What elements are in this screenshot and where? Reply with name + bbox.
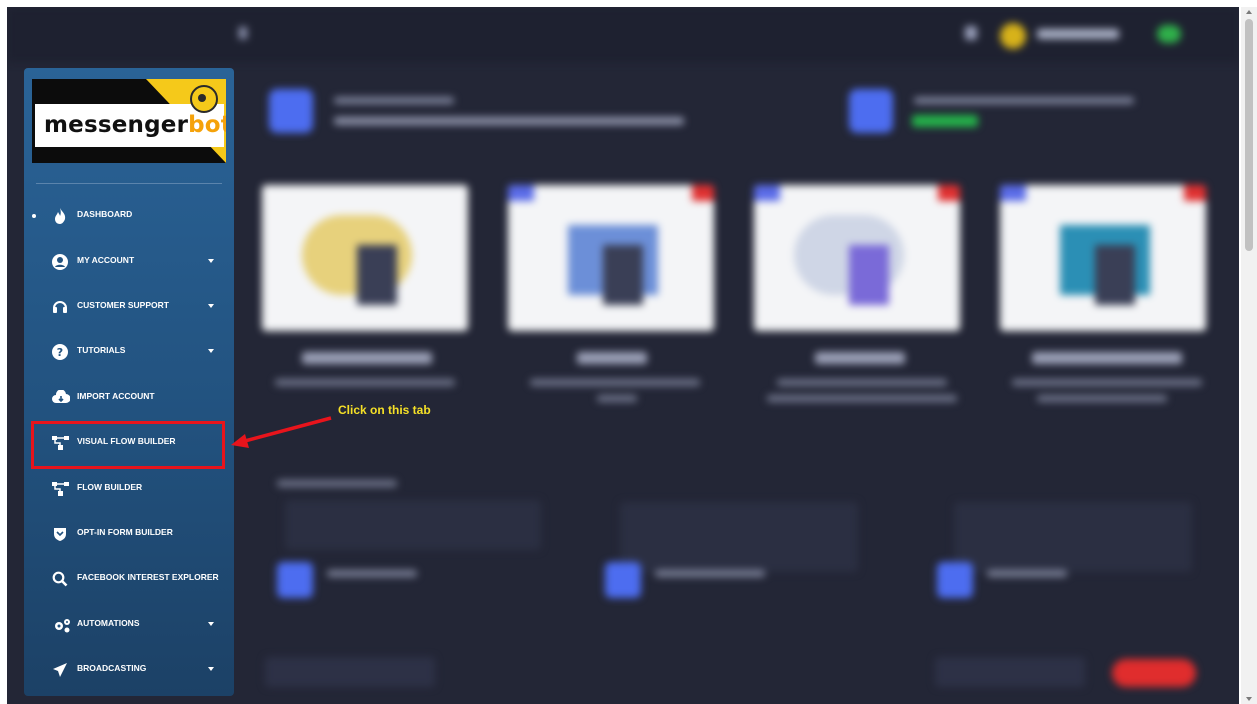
- tutorial-card[interactable]: [1000, 185, 1206, 331]
- user-name: [1037, 29, 1119, 39]
- sidebar-item-label: AUTOMATIONS: [77, 618, 140, 628]
- card-title: [302, 352, 432, 364]
- svg-text:?: ?: [57, 346, 63, 359]
- card-desc: [767, 395, 957, 402]
- sidebar-divider: [36, 183, 222, 184]
- card-desc: [275, 379, 455, 386]
- welcome-subline: [334, 117, 684, 125]
- stats-panel: [285, 500, 541, 550]
- logo: messengerbot: [32, 79, 226, 163]
- card-desc: [1037, 395, 1167, 402]
- card-title: [1032, 352, 1182, 364]
- status-toggle[interactable]: [1157, 25, 1181, 43]
- sidebar-item-label: CUSTOMER SUPPORT: [77, 300, 169, 310]
- bot-icon: [190, 85, 218, 113]
- scroll-up-icon[interactable]: [1246, 10, 1252, 14]
- fire-icon: [52, 208, 68, 224]
- card-desc: [597, 395, 637, 402]
- chevron-down-icon: [208, 349, 214, 353]
- logo-text-main: messenger: [44, 112, 189, 138]
- action-pill[interactable]: [1112, 659, 1196, 687]
- shield-icon: [52, 526, 68, 542]
- user-circle-icon: [52, 254, 68, 270]
- sidebar-item-facebook-interest-explorer[interactable]: FACEBOOK INTEREST EXPLORER: [24, 563, 234, 595]
- tutorial-card[interactable]: [262, 185, 468, 331]
- scrollbar-thumb[interactable]: [1245, 19, 1253, 251]
- chevron-down-icon: [208, 259, 214, 263]
- sidebar-item-label: IMPORT ACCOUNT: [77, 391, 155, 401]
- card-title: [815, 352, 905, 364]
- sidebar-item-tutorials[interactable]: ? TUTORIALS: [24, 336, 234, 368]
- send-icon: [269, 89, 313, 133]
- headset-icon: [52, 299, 68, 315]
- sidebar-item-label: FLOW BUILDER: [77, 482, 143, 492]
- welcome-card: [269, 89, 789, 149]
- section-heading: [277, 480, 397, 487]
- menu-toggle-icon[interactable]: [239, 27, 247, 39]
- stat-icon: [605, 562, 641, 598]
- sidebar-item-broadcasting[interactable]: BROADCASTING: [24, 654, 234, 686]
- card-desc: [530, 379, 700, 386]
- sidebar-item-import-account[interactable]: IMPORT ACCOUNT: [24, 382, 234, 414]
- search-icon: [52, 571, 68, 587]
- dollar-icon: [849, 89, 893, 133]
- annotation-label: Click on this tab: [338, 403, 431, 417]
- sidebar-item-label: DASHBOARD: [77, 209, 133, 219]
- logo-text-accent: bot: [188, 112, 226, 138]
- tutorial-card[interactable]: [508, 185, 714, 331]
- welcome-line: [334, 97, 454, 104]
- cloud-download-icon: [52, 389, 71, 406]
- footer-panel: [265, 657, 435, 687]
- balance-value: [912, 115, 978, 127]
- stat-row: [277, 562, 577, 622]
- footer-panel: [935, 657, 1085, 687]
- card-desc: [1012, 379, 1202, 386]
- stat-icon: [937, 562, 973, 598]
- sidebar-item-label: BROADCASTING: [77, 663, 147, 673]
- bell-icon[interactable]: [965, 26, 977, 40]
- gears-icon: [52, 617, 70, 633]
- balance-card: [849, 89, 1149, 149]
- balance-line: [914, 97, 1134, 104]
- sidebar-item-label: FACEBOOK INTEREST EXPLORER: [77, 572, 219, 582]
- chevron-down-icon: [208, 622, 214, 626]
- sidebar-item-label: OPT-IN FORM BUILDER: [77, 527, 173, 537]
- sidebar-item-label: TUTORIALS: [77, 345, 126, 355]
- paper-plane-icon: [52, 662, 68, 678]
- scrollbar[interactable]: [1241, 7, 1257, 704]
- stat-icon: [277, 562, 313, 598]
- scroll-down-icon[interactable]: [1246, 697, 1252, 701]
- sidebar-item-my-account[interactable]: MY ACCOUNT: [24, 246, 234, 278]
- sidebar-item-customer-support[interactable]: CUSTOMER SUPPORT: [24, 291, 234, 323]
- question-circle-icon: ?: [52, 344, 68, 360]
- stat-row: [605, 562, 905, 622]
- card-title: [577, 352, 647, 364]
- chevron-down-icon: [208, 667, 214, 671]
- sidebar-item-flow-builder[interactable]: FLOW BUILDER: [24, 473, 234, 505]
- annotation-arrow: [231, 416, 332, 448]
- chevron-down-icon: [208, 304, 214, 308]
- sidebar-item-label: MY ACCOUNT: [77, 255, 135, 265]
- sidebar-item-dashboard[interactable]: DASHBOARD: [24, 200, 234, 232]
- highlight-box: [31, 421, 225, 469]
- active-dot: [32, 214, 36, 218]
- sidebar: messengerbot DASHBOARD MY ACCOUNT CUSTOM…: [24, 68, 234, 696]
- flow-icon: [52, 481, 69, 497]
- avatar[interactable]: [1000, 23, 1026, 49]
- sidebar-item-automations[interactable]: AUTOMATIONS: [24, 609, 234, 641]
- sidebar-item-opt-in-form-builder[interactable]: OPT-IN FORM BUILDER: [24, 518, 234, 550]
- stat-row: [937, 562, 1237, 622]
- top-bar: [7, 7, 1239, 62]
- card-desc: [777, 379, 947, 386]
- tutorial-card[interactable]: [754, 185, 960, 331]
